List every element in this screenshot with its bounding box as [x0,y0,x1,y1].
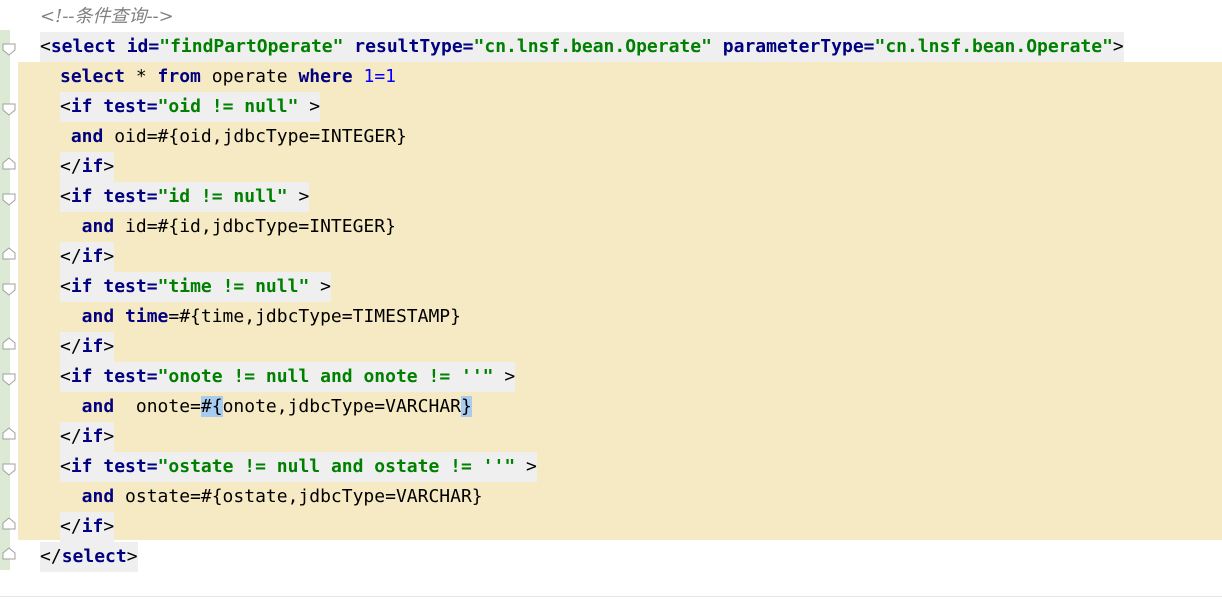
code-keyword: id= [115,36,160,57]
code-text: > [493,366,516,387]
code-line[interactable]: and onote=#{onote,jdbcType=VARCHAR} [60,392,472,422]
code-line[interactable]: and time=#{time,jdbcType=TIMESTAMP} [60,302,461,332]
comment-line: <!--条件查询--> [40,6,174,27]
code-editor[interactable]: <!--条件查询--> <select id="findPartOperate"… [0,0,1222,600]
code-keyword: and [60,126,104,147]
code-text: < [60,186,71,207]
code-text: > [103,516,115,537]
code-keyword: parameterType= [711,36,875,57]
code-line[interactable]: </if> [60,332,115,362]
code-string: "id != null" [157,186,288,207]
code-keyword: test= [92,186,158,207]
code-line[interactable]: </if> [60,422,115,452]
code-line[interactable]: </if> [60,242,115,272]
code-keyword: select [60,66,126,87]
code-text: < [40,36,51,57]
code-text: </ [60,516,82,537]
editor-bottom-border [0,596,1222,597]
code-keyword: select [61,546,127,567]
code-keyword: if [81,156,104,177]
code-string: "cn.lnsf.bean.Operate" [874,36,1113,57]
code-line[interactable]: <if test="id != null" > [60,182,310,212]
code-text: } [461,396,472,417]
code-string: "oid != null" [157,96,299,117]
code-text: < [60,456,71,477]
code-text: > [309,276,331,297]
code-number: 1=1 [352,66,396,87]
code-text: ostate=#{ostate,jdbcType=VARCHAR} [114,486,483,507]
code-text: operate [200,66,299,87]
code-text: > [103,336,115,357]
code-keyword: if [70,366,93,387]
code-keyword: resultType= [343,36,474,57]
code-line[interactable]: </select> [40,542,138,572]
code-keyword: if [81,426,104,447]
code-line[interactable]: <if test="onote != null and onote != ''"… [60,362,516,392]
code-keyword: test= [92,96,158,117]
code-keyword: if [81,336,104,357]
code-text: > [298,96,321,117]
code-text: * [125,66,158,87]
code-keyword: test= [92,276,158,297]
code-keyword: if [70,96,93,117]
code-text: </ [60,336,82,357]
code-line[interactable]: </if> [60,512,115,542]
code-keyword: from [157,66,201,87]
code-line[interactable]: and oid=#{oid,jdbcType=INTEGER} [60,122,407,152]
code-text: onote= [114,396,201,417]
code-text: < [60,366,71,387]
code-keyword: and [60,306,115,327]
code-line[interactable]: and ostate=#{ostate,jdbcType=VARCHAR} [60,482,483,512]
code-keyword: and [60,216,115,237]
code-area[interactable]: <!--条件查询--> <select id="findPartOperate"… [0,0,1222,600]
code-keyword: where [298,66,353,87]
code-text: < [60,276,71,297]
code-line[interactable]: </if> [60,152,115,182]
code-text: > [126,546,138,567]
code-text: </ [60,426,82,447]
code-string: "ostate != null and ostate != ''" [157,456,516,477]
code-string: "findPartOperate" [159,36,344,57]
code-string: "onote != null and onote != ''" [157,366,494,387]
code-line[interactable]: <if test="ostate != null and ostate != '… [60,452,537,482]
code-text: </ [60,246,82,267]
code-text: </ [60,156,82,177]
code-text: > [287,186,310,207]
code-keyword: if [81,246,104,267]
code-line[interactable]: <select id="findPartOperate" resultType=… [40,32,1124,62]
code-text: #{ [200,396,223,417]
code-keyword: if [70,456,93,477]
code-string: "cn.lnsf.bean.Operate" [473,36,712,57]
code-line[interactable]: and id=#{id,jdbcType=INTEGER} [60,212,396,242]
code-text: =#{time,jdbcType=TIMESTAMP} [168,306,461,327]
code-keyword: select [50,36,116,57]
code-text: > [515,456,537,477]
code-keyword: if [70,276,93,297]
code-text: > [1112,36,1124,57]
code-line[interactable]: select * from operate where 1=1 [60,62,396,92]
code-keyword: and [60,486,115,507]
code-text: </ [40,546,62,567]
code-text: < [60,96,71,117]
code-keyword: if [81,516,104,537]
code-keyword: test= [92,366,158,387]
code-keyword: and [60,396,115,417]
code-text: id=#{id,jdbcType=INTEGER} [114,216,396,237]
code-line[interactable]: <if test="oid != null" > [60,92,321,122]
code-text: > [103,156,115,177]
code-keyword: if [70,186,93,207]
code-text: onote,jdbcType=VARCHAR [222,396,461,417]
code-line[interactable]: <if test="time != null" > [60,272,331,302]
code-text: oid=#{oid,jdbcType=INTEGER} [103,126,407,147]
code-text: > [103,426,115,447]
code-keyword: test= [92,456,158,477]
code-string: "time != null" [157,276,310,297]
code-text: > [103,246,115,267]
code-keyword: time [114,306,169,327]
